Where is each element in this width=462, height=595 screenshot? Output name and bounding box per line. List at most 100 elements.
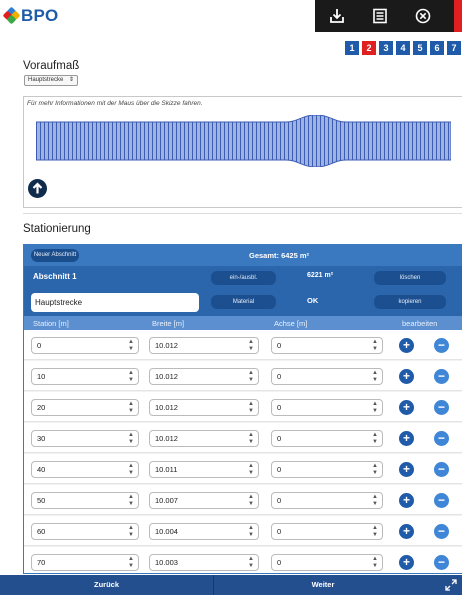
back-button[interactable]: Zurück (0, 575, 213, 595)
add-row-button[interactable]: + (399, 400, 414, 415)
stepper-arrows-icon[interactable]: ▲ ▼ (127, 370, 135, 383)
station-input[interactable]: 40 ▲ ▼ (31, 461, 139, 478)
section-divider (23, 213, 462, 214)
step-3[interactable]: 3 (379, 41, 393, 55)
new-section-button[interactable]: Neuer Abschnitt (31, 249, 79, 262)
add-row-button[interactable]: + (399, 524, 414, 539)
stepper-arrows-icon[interactable]: ▲ ▼ (371, 556, 379, 569)
remove-row-button[interactable]: − (434, 400, 449, 415)
station-input[interactable]: 70 ▲ ▼ (31, 554, 139, 571)
station-input[interactable]: 10 ▲ ▼ (31, 368, 139, 385)
achse-input[interactable]: 0 ▲ ▼ (271, 337, 383, 354)
app-window: BPO 1 2 3 4 5 6 7 Voraufmaß Hauptstrecke… (0, 0, 462, 595)
stepper-arrows-icon[interactable]: ▲ ▼ (371, 432, 379, 445)
step-2[interactable]: 2 (362, 41, 376, 55)
stepper-arrows-icon[interactable]: ▲ ▼ (371, 494, 379, 507)
breite-input[interactable]: 10.012 ▲ ▼ (149, 337, 259, 354)
table-row: 10 ▲ ▼ 10.012 ▲ ▼ 0 ▲ ▼ + − (24, 361, 462, 391)
footer-bar: Zurück Weiter (0, 575, 462, 595)
table-row: 40 ▲ ▼ 10.011 ▲ ▼ 0 ▲ ▼ + − (24, 454, 462, 484)
stationierung-heading: Stationierung (23, 223, 91, 235)
stepper-arrows-icon[interactable]: ▲ ▼ (127, 432, 135, 445)
step-4[interactable]: 4 (396, 41, 410, 55)
stepper-arrows-icon[interactable]: ▲ ▼ (127, 556, 135, 569)
stepper-arrows-icon[interactable]: ▲ ▼ (247, 432, 255, 445)
stepper-arrows-icon[interactable]: ▲ ▼ (247, 339, 255, 352)
add-row-button[interactable]: + (399, 462, 414, 477)
station-input[interactable]: 20 ▲ ▼ (31, 399, 139, 416)
breite-input[interactable]: 10.012 ▲ ▼ (149, 368, 259, 385)
table-row: 60 ▲ ▼ 10.004 ▲ ▼ 0 ▲ ▼ + − (24, 516, 462, 546)
achse-input[interactable]: 0 ▲ ▼ (271, 554, 383, 571)
close-button[interactable] (403, 0, 443, 32)
stepper-arrows-icon[interactable]: ▲ ▼ (247, 370, 255, 383)
station-input-value: 30 (37, 434, 46, 443)
achse-input[interactable]: 0 ▲ ▼ (271, 523, 383, 540)
remove-row-button[interactable]: − (434, 462, 449, 477)
step-6[interactable]: 6 (430, 41, 444, 55)
stepper-arrows-icon[interactable]: ▲ ▼ (371, 370, 379, 383)
bpo-logo[interactable]: BPO (2, 3, 64, 29)
section-name-input[interactable]: Hauptstrecke (31, 293, 199, 312)
breite-input[interactable]: 10.011 ▲ ▼ (149, 461, 259, 478)
stepper-arrows-icon[interactable]: ▲ ▼ (371, 463, 379, 476)
achse-input[interactable]: 0 ▲ ▼ (271, 368, 383, 385)
copy-button[interactable]: kopieren (374, 295, 446, 309)
stepper-arrows-icon[interactable]: ▲ ▼ (127, 463, 135, 476)
stepper-arrows-icon[interactable]: ▲ ▼ (247, 463, 255, 476)
add-row-button[interactable]: + (399, 493, 414, 508)
step-1[interactable]: 1 (345, 41, 359, 55)
achse-input[interactable]: 0 ▲ ▼ (271, 430, 383, 447)
delete-button[interactable]: löschen (374, 271, 446, 285)
station-input[interactable]: 30 ▲ ▼ (31, 430, 139, 447)
stepper-arrows-icon[interactable]: ▲ ▼ (247, 525, 255, 538)
list-button[interactable] (360, 0, 400, 32)
toggle-visibility-button[interactable]: ein-/ausbl. (211, 271, 276, 285)
stepper-arrows-icon[interactable]: ▲ ▼ (247, 401, 255, 414)
station-input[interactable]: 0 ▲ ▼ (31, 337, 139, 354)
achse-input[interactable]: 0 ▲ ▼ (271, 492, 383, 509)
stepper-arrows-icon[interactable]: ▲ ▼ (127, 525, 135, 538)
next-button[interactable]: Weiter (214, 575, 432, 595)
table-row: 0 ▲ ▼ 10.012 ▲ ▼ 0 ▲ ▼ + − (24, 330, 462, 360)
logo-mark-icon (2, 6, 21, 25)
breite-input[interactable]: 10.004 ▲ ▼ (149, 523, 259, 540)
stepper-arrows-icon[interactable]: ▲ ▼ (247, 494, 255, 507)
remove-row-button[interactable]: − (434, 493, 449, 508)
section-select[interactable]: Hauptstrecke ⇕ (24, 75, 78, 86)
breite-input[interactable]: 10.012 ▲ ▼ (149, 430, 259, 447)
achse-input[interactable]: 0 ▲ ▼ (271, 399, 383, 416)
achse-input[interactable]: 0 ▲ ▼ (271, 461, 383, 478)
add-row-button[interactable]: + (399, 369, 414, 384)
remove-row-button[interactable]: − (434, 338, 449, 353)
expand-icon[interactable] (445, 579, 457, 591)
stepper-arrows-icon[interactable]: ▲ ▼ (247, 556, 255, 569)
stepper-arrows-icon[interactable]: ▲ ▼ (127, 494, 135, 507)
stepper-arrows-icon[interactable]: ▲ ▼ (371, 525, 379, 538)
remove-row-button[interactable]: − (434, 369, 449, 384)
step-7[interactable]: 7 (447, 41, 461, 55)
breite-input[interactable]: 10.003 ▲ ▼ (149, 554, 259, 571)
stepper-arrows-icon[interactable]: ▲ ▼ (127, 339, 135, 352)
achse-input-value: 0 (277, 403, 282, 412)
remove-row-button[interactable]: − (434, 524, 449, 539)
remove-row-button[interactable]: − (434, 555, 449, 570)
station-input[interactable]: 60 ▲ ▼ (31, 523, 139, 540)
download-button[interactable] (317, 0, 357, 32)
remove-row-button[interactable]: − (434, 431, 449, 446)
breite-input[interactable]: 10.007 ▲ ▼ (149, 492, 259, 509)
road-sketch[interactable] (36, 115, 451, 167)
stepper-arrows-icon[interactable]: ▲ ▼ (127, 401, 135, 414)
step-5[interactable]: 5 (413, 41, 427, 55)
section-select-value: Hauptstrecke (28, 77, 64, 83)
add-row-button[interactable]: + (399, 555, 414, 570)
material-button[interactable]: Material (211, 295, 276, 309)
add-row-button[interactable]: + (399, 431, 414, 446)
achse-input-value: 0 (277, 434, 282, 443)
scroll-up-button[interactable] (28, 179, 47, 198)
stepper-arrows-icon[interactable]: ▲ ▼ (371, 339, 379, 352)
add-row-button[interactable]: + (399, 338, 414, 353)
breite-input[interactable]: 10.012 ▲ ▼ (149, 399, 259, 416)
stepper-arrows-icon[interactable]: ▲ ▼ (371, 401, 379, 414)
station-input[interactable]: 50 ▲ ▼ (31, 492, 139, 509)
